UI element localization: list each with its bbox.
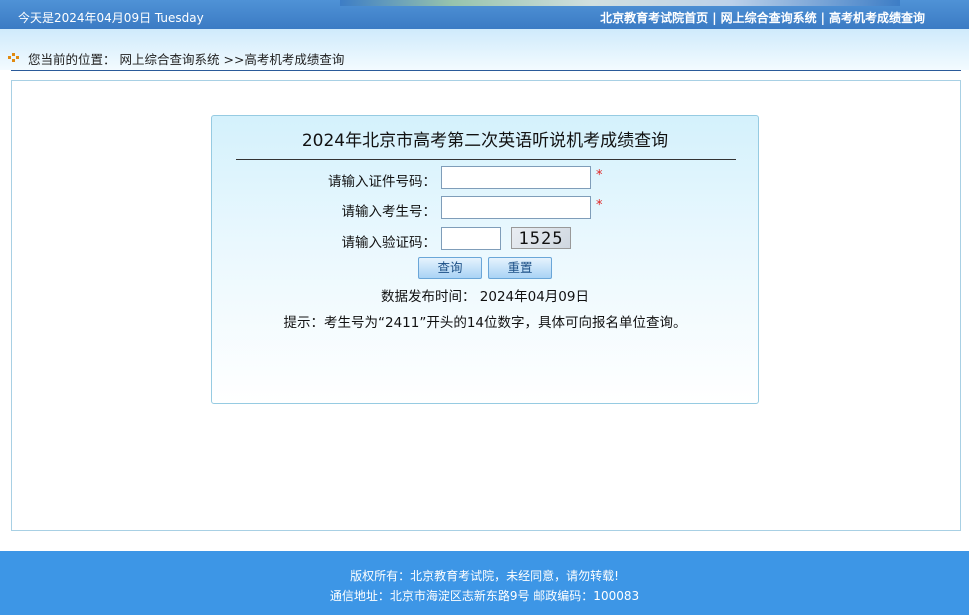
reset-button[interactable]: 重置: [488, 257, 552, 279]
breadcrumb-path: 网上综合查询系统 >>高考机考成绩查询: [119, 52, 345, 67]
exam-label: 请输入考生号：: [341, 204, 437, 220]
main-container: 2024年北京市高考第二次英语听说机考成绩查询 请输入证件号码： * 请输入考生…: [11, 80, 961, 531]
footer: 版权所有：北京教育考试院，未经同意，请勿转载! 通信地址：北京市海淀区志新东路9…: [0, 551, 969, 615]
top-bar: 今天是2024年04月09日 Tuesday 北京教育考试院首页 | 网上综合查询系…: [0, 0, 969, 29]
captcha-row: 请输入验证码： 1525: [212, 227, 758, 251]
id-label: 请输入证件号码：: [328, 174, 436, 190]
captcha-label: 请输入验证码：: [341, 235, 437, 251]
exam-row: 请输入考生号： *: [212, 196, 758, 220]
breadcrumb-prefix: 您当前的位置：: [28, 52, 116, 67]
query-panel: 2024年北京市高考第二次英语听说机考成绩查询 请输入证件号码： * 请输入考生…: [211, 115, 759, 404]
breadcrumb: 您当前的位置： 网上综合查询系统 >>高考机考成绩查询: [28, 49, 344, 68]
id-number-input[interactable]: [441, 166, 591, 189]
captcha-input[interactable]: [441, 227, 501, 250]
link-score-query[interactable]: 高考机考成绩查询: [829, 11, 925, 25]
link-query-system[interactable]: 网上综合查询系统: [721, 11, 817, 25]
query-button[interactable]: 查询: [418, 257, 482, 279]
banner-decoration: [340, 0, 900, 6]
location-icon: [8, 53, 19, 62]
form-title: 2024年北京市高考第二次英语听说机考成绩查询: [301, 131, 669, 151]
breadcrumb-bar: 您当前的位置： 网上综合查询系统 >>高考机考成绩查询: [0, 29, 969, 71]
publish-time: 数据发布时间： 2024年04月09日: [380, 289, 589, 305]
top-links: 北京教育考试院首页 | 网上综合查询系统 | 高考机考成绩查询: [600, 9, 925, 26]
copyright-text: 版权所有：北京教育考试院，未经同意，请勿转载!: [350, 569, 619, 583]
exam-number-input[interactable]: [441, 196, 591, 219]
title-divider: [236, 159, 736, 160]
link-exam-home[interactable]: 北京教育考试院首页: [600, 11, 708, 25]
link-separator: |: [712, 11, 717, 25]
link-separator: |: [820, 11, 825, 25]
required-mark: *: [596, 198, 603, 213]
hint-text: 提示：考生号为“2411”开头的14位数字，具体可向报名单位查询。: [283, 315, 687, 331]
required-mark: *: [596, 168, 603, 183]
captcha-image[interactable]: 1525: [511, 227, 571, 249]
divider: [11, 70, 961, 71]
current-date: 今天是2024年04月09日 Tuesday: [18, 11, 204, 25]
address-text: 通信地址：北京市海淀区志新东路9号 邮政编码：100083: [329, 589, 640, 603]
id-row: 请输入证件号码： *: [212, 166, 758, 190]
